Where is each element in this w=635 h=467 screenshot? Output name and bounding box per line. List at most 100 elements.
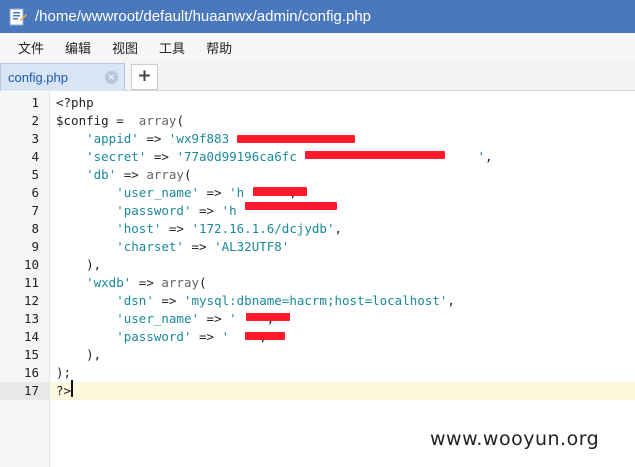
code-line[interactable]: 12 'dsn' => 'mysql:dbname=hacrm;host=loc… — [0, 292, 635, 310]
code-line[interactable]: 16); — [0, 364, 635, 382]
code-token: 'password' — [116, 329, 192, 344]
menu-bar: 文件 编辑 视图 工具 帮助 — [0, 33, 635, 61]
code-token: array — [138, 113, 177, 128]
code-line[interactable]: 6 'user_name' => 'h , — [0, 184, 635, 202]
code-line[interactable]: 14 'password' => ' , — [0, 328, 635, 346]
line-number: 14 — [23, 329, 39, 344]
menu-view[interactable]: 视图 — [112, 38, 138, 57]
tab-config-php[interactable]: config.php × — [0, 63, 125, 91]
code-text: ), — [56, 256, 101, 274]
line-number: 17 — [0, 382, 50, 400]
tab-bar: config.php × + — [0, 61, 635, 91]
watermark: www.wooyun.org — [430, 428, 600, 450]
code-token: => — [161, 221, 192, 236]
code-line[interactable]: 2 $config = array( — [0, 112, 635, 130]
line-number: 5 — [31, 167, 39, 182]
code-token: 'user_name' — [116, 185, 200, 200]
app-icon — [9, 8, 27, 25]
code-text: 'charset' => 'AL32UTF8' — [56, 238, 289, 256]
code-token: => — [116, 167, 147, 182]
redaction-db-password — [245, 202, 337, 210]
menu-edit[interactable]: 编辑 — [65, 38, 91, 57]
code-token: 'mysql:dbname=hacrm;host=localhost' — [183, 293, 448, 308]
line-number: 6 — [31, 185, 39, 200]
code-token: , — [334, 221, 343, 236]
code-text: 'password' => 'h — [56, 202, 237, 220]
code-text: 'password' => ' , — [56, 328, 267, 346]
code-editor[interactable]: 1 <?php 2 $config = array(3 'appid' => 'wx9… — [0, 92, 635, 467]
new-tab-button[interactable]: + — [131, 64, 158, 90]
code-token: ' — [229, 311, 237, 326]
line-number: 11 — [23, 275, 39, 290]
code-line[interactable]: 5 'db' => array( — [0, 166, 635, 184]
line-number: 1 — [31, 95, 39, 110]
menu-file[interactable]: 文件 — [18, 38, 44, 57]
code-text: ), — [56, 346, 101, 364]
code-token: => — [199, 311, 230, 326]
menu-tools[interactable]: 工具 — [159, 38, 185, 57]
code-text: $config = array( — [56, 112, 184, 130]
line-number: 10 — [23, 257, 39, 272]
code-line[interactable]: 1 <?php — [0, 94, 635, 112]
code-token: , — [485, 149, 493, 164]
code-token: => — [153, 293, 184, 308]
code-text: 'dsn' => 'mysql:dbname=hacrm;host=localh… — [56, 292, 455, 310]
menu-help[interactable]: 帮助 — [206, 38, 232, 57]
code-line[interactable]: 17 ?> — [0, 382, 635, 400]
line-number: 13 — [23, 311, 39, 326]
code-token: 'user_name' — [116, 311, 200, 326]
code-token: 'AL32UTF8' — [214, 239, 290, 254]
code-token: 'h — [221, 203, 237, 218]
line-number: 2 — [31, 113, 39, 128]
code-token: 'charset' — [116, 239, 184, 254]
code-line[interactable]: 13 'user_name' => ' , — [0, 310, 635, 328]
code-token: ?> — [56, 383, 72, 398]
code-line[interactable]: 15 ), — [0, 346, 635, 364]
code-token: => — [191, 329, 222, 344]
code-token: , — [447, 293, 455, 308]
code-token: array — [161, 275, 200, 290]
redaction-wxdb-password — [245, 332, 285, 340]
code-token: 'wxdb' — [86, 275, 132, 290]
code-token: 'appid' — [86, 131, 139, 146]
code-token: '172.16.1.6/dcjydb' — [191, 221, 335, 236]
code-line[interactable]: 8 'host' => '172.16.1.6/dcjydb', — [0, 220, 635, 238]
redaction-secret — [305, 151, 445, 159]
code-token: => — [183, 239, 215, 254]
code-token: 'wx9f883 — [168, 131, 230, 146]
code-token: 'host' — [116, 221, 162, 236]
code-line[interactable]: 9 'charset' => 'AL32UTF8' — [0, 238, 635, 256]
window-title: /home/wwwroot/default/huaanwx/admin/conf… — [35, 8, 372, 25]
code-text: ); — [56, 364, 71, 382]
code-token: ); — [56, 365, 72, 380]
code-token: $config = — [56, 113, 139, 128]
close-icon[interactable]: × — [105, 71, 118, 84]
tab-label: config.php — [8, 70, 68, 85]
line-number: 15 — [23, 347, 39, 362]
code-token: 'h — [229, 185, 245, 200]
redaction-appid — [237, 135, 355, 143]
code-token: => — [191, 203, 222, 218]
code-token: ' — [477, 149, 486, 164]
code-line[interactable]: 10 ), — [0, 256, 635, 274]
code-token: ( — [199, 275, 207, 290]
code-token: <?php — [56, 95, 94, 110]
code-token: ), — [56, 257, 102, 272]
code-line[interactable]: 11 'wxdb' => array( — [0, 274, 635, 292]
line-number: 3 — [31, 131, 39, 146]
code-token: => — [138, 131, 169, 146]
line-number: 8 — [31, 221, 39, 236]
redaction-wxdb-user — [246, 313, 290, 321]
code-text: 'appid' => 'wx9f883 — [56, 130, 229, 148]
code-token: 'dsn' — [116, 293, 154, 308]
line-number: 7 — [31, 203, 39, 218]
code-text: 'user_name' => ' , — [56, 310, 274, 328]
code-text: <?php — [56, 94, 94, 112]
code-text: 'db' => array( — [56, 166, 191, 184]
